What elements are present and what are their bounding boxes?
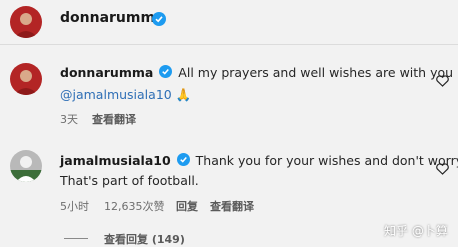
view-replies-button[interactable]: 查看回复 (149) (104, 231, 185, 247)
comment-2-time: 5小时 (60, 200, 89, 213)
post-author-avatar[interactable] (10, 6, 42, 38)
comment-1-mention[interactable]: @jamalmusiala10 (60, 87, 172, 102)
comment-2-translate-link[interactable]: 查看翻译 (210, 198, 254, 214)
heart-icon[interactable] (436, 160, 449, 179)
header-divider (0, 44, 458, 45)
comment-2-line-1: jamalmusiala10 Thank you for your wishes… (60, 152, 458, 171)
comment-1-username[interactable]: donnarumma (60, 65, 153, 80)
comment-1-text: All my prayers and well wishes are with … (178, 65, 454, 80)
prayer-emoji: 🙏 (175, 87, 192, 102)
comment-1-line-1: donnarumma All my prayers and well wishe… (60, 64, 453, 83)
comment-2-likes[interactable]: 12,635次赞 (104, 198, 165, 214)
zhihu-watermark: 知乎 @卜算 (384, 224, 448, 238)
view-replies-line (64, 238, 88, 239)
verified-badge-icon (176, 152, 190, 171)
comment-2-username[interactable]: jamalmusiala10 (60, 153, 171, 168)
comment-1-line-2: @jamalmusiala10 🙏 (60, 86, 191, 104)
comment-1-time: 3天 (60, 113, 78, 126)
heart-icon[interactable] (436, 72, 449, 91)
comment-avatar-donnarumma[interactable] (10, 63, 42, 95)
comment-2-text-line-1: Thank you for your wishes and don't worr… (195, 153, 458, 168)
verified-badge-icon (152, 11, 166, 30)
comment-2-text-line-2: That's part of football. (60, 173, 199, 188)
comment-avatar-jamalmusiala10[interactable] (10, 150, 42, 182)
comment-2-reply-button[interactable]: 回复 (176, 198, 198, 214)
comment-1-translate-link[interactable]: 查看翻译 (92, 111, 136, 127)
post-author-username[interactable]: donnarumma (60, 10, 165, 26)
verified-badge-icon (159, 64, 173, 83)
